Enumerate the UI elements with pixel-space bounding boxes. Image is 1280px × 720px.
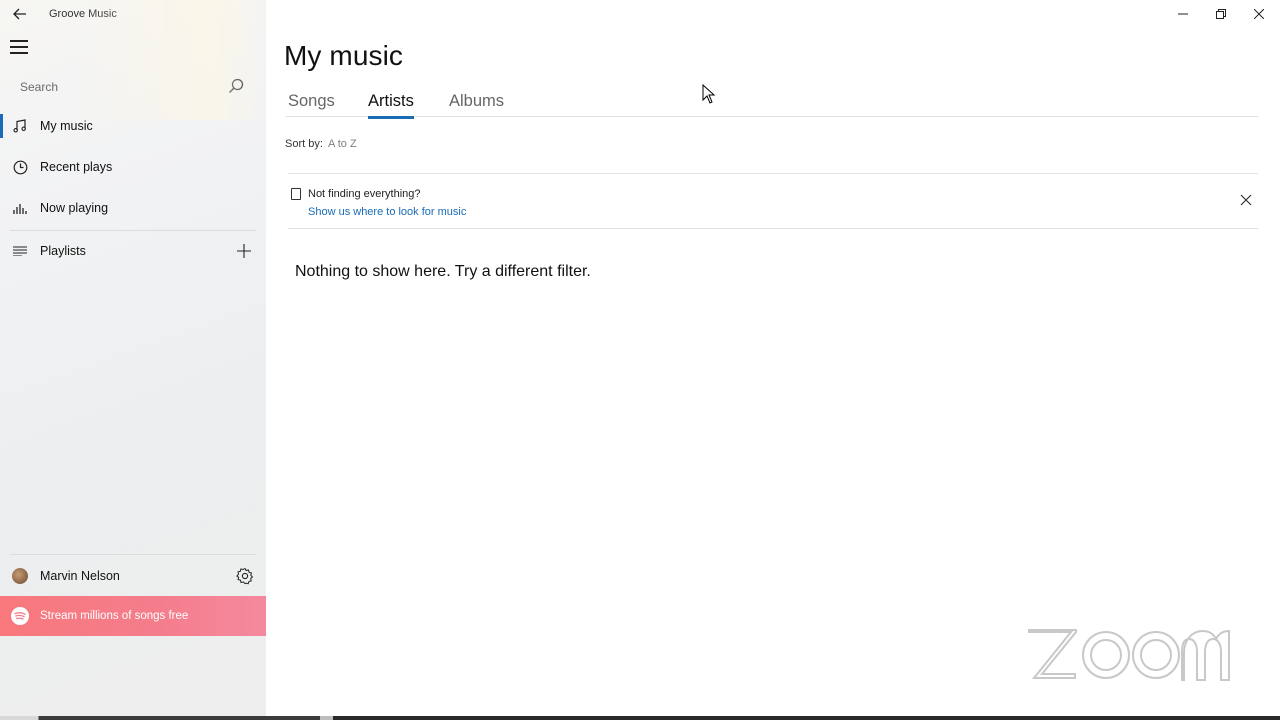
- close-button[interactable]: [1240, 0, 1278, 27]
- zoom-watermark-logo: [1028, 629, 1230, 681]
- music-note-icon: [0, 119, 40, 133]
- plus-icon: [237, 244, 251, 258]
- hamburger-line: [10, 52, 28, 54]
- sidebar-item-label: Now playing: [40, 201, 109, 215]
- sidebar-divider: [10, 230, 256, 231]
- sidebar-item-label: Recent plays: [40, 160, 113, 174]
- minimize-icon: [1178, 13, 1188, 14]
- add-playlist-button[interactable]: [234, 233, 254, 269]
- search-icon[interactable]: [228, 78, 244, 94]
- spotify-promo-banner[interactable]: Stream millions of songs free: [0, 596, 266, 636]
- missing-music-notice: Not finding everything? Show us where to…: [288, 173, 1258, 229]
- tab-artists[interactable]: Artists: [368, 92, 414, 119]
- music-locations-link[interactable]: Show us where to look for music: [308, 206, 466, 218]
- sidebar-item-now-playing[interactable]: Now playing: [0, 190, 266, 226]
- sort-value[interactable]: A to Z: [328, 138, 357, 150]
- list-icon: [0, 246, 40, 256]
- sidebar: Groove Music My music Recent plays: [0, 0, 266, 720]
- promo-label: Stream millions of songs free: [40, 610, 189, 622]
- minimize-button[interactable]: [1164, 0, 1202, 27]
- hamburger-line: [10, 40, 28, 42]
- tab-albums[interactable]: Albums: [449, 92, 504, 111]
- hamburger-menu-button[interactable]: [10, 40, 30, 56]
- spotify-icon: [11, 607, 29, 625]
- gear-icon[interactable]: [236, 567, 254, 585]
- device-icon: [291, 188, 301, 200]
- notice-title: Not finding everything?: [308, 188, 421, 200]
- tab-songs[interactable]: Songs: [288, 92, 335, 111]
- close-icon[interactable]: [1240, 194, 1252, 206]
- close-icon: [1254, 8, 1264, 19]
- page-title: My music: [284, 40, 404, 71]
- tab-bar: Songs Artists Albums: [286, 86, 1258, 119]
- user-name: Marvin Nelson: [40, 569, 120, 583]
- mouse-cursor-icon: [702, 84, 716, 104]
- search-input[interactable]: [10, 80, 210, 94]
- clock-icon: [0, 160, 40, 175]
- equalizer-icon: [0, 202, 40, 214]
- sort-control[interactable]: Sort by: A to Z: [285, 138, 357, 150]
- sidebar-item-recent-plays[interactable]: Recent plays: [0, 149, 266, 185]
- user-account[interactable]: Marvin Nelson: [0, 558, 266, 594]
- search-box: [10, 72, 256, 102]
- restore-icon: [1216, 8, 1226, 19]
- sidebar-item-label: My music: [40, 119, 93, 133]
- restore-button[interactable]: [1202, 0, 1240, 27]
- sidebar-divider: [10, 554, 256, 555]
- sidebar-item-playlists[interactable]: Playlists: [0, 233, 266, 269]
- back-arrow-icon: [13, 8, 26, 19]
- empty-state-message: Nothing to show here. Try a different fi…: [295, 263, 591, 280]
- taskbar-edge: [0, 716, 1280, 720]
- title-bar: Groove Music: [0, 0, 266, 27]
- app-title: Groove Music: [49, 7, 117, 20]
- groove-music-window: Groove Music My music Recent plays: [0, 0, 1280, 720]
- back-button[interactable]: [0, 0, 40, 27]
- sidebar-item-label: Playlists: [40, 244, 86, 258]
- sidebar-item-my-music[interactable]: My music: [0, 108, 266, 144]
- hamburger-line: [10, 46, 28, 48]
- avatar: [12, 568, 28, 584]
- sort-label: Sort by:: [285, 138, 323, 150]
